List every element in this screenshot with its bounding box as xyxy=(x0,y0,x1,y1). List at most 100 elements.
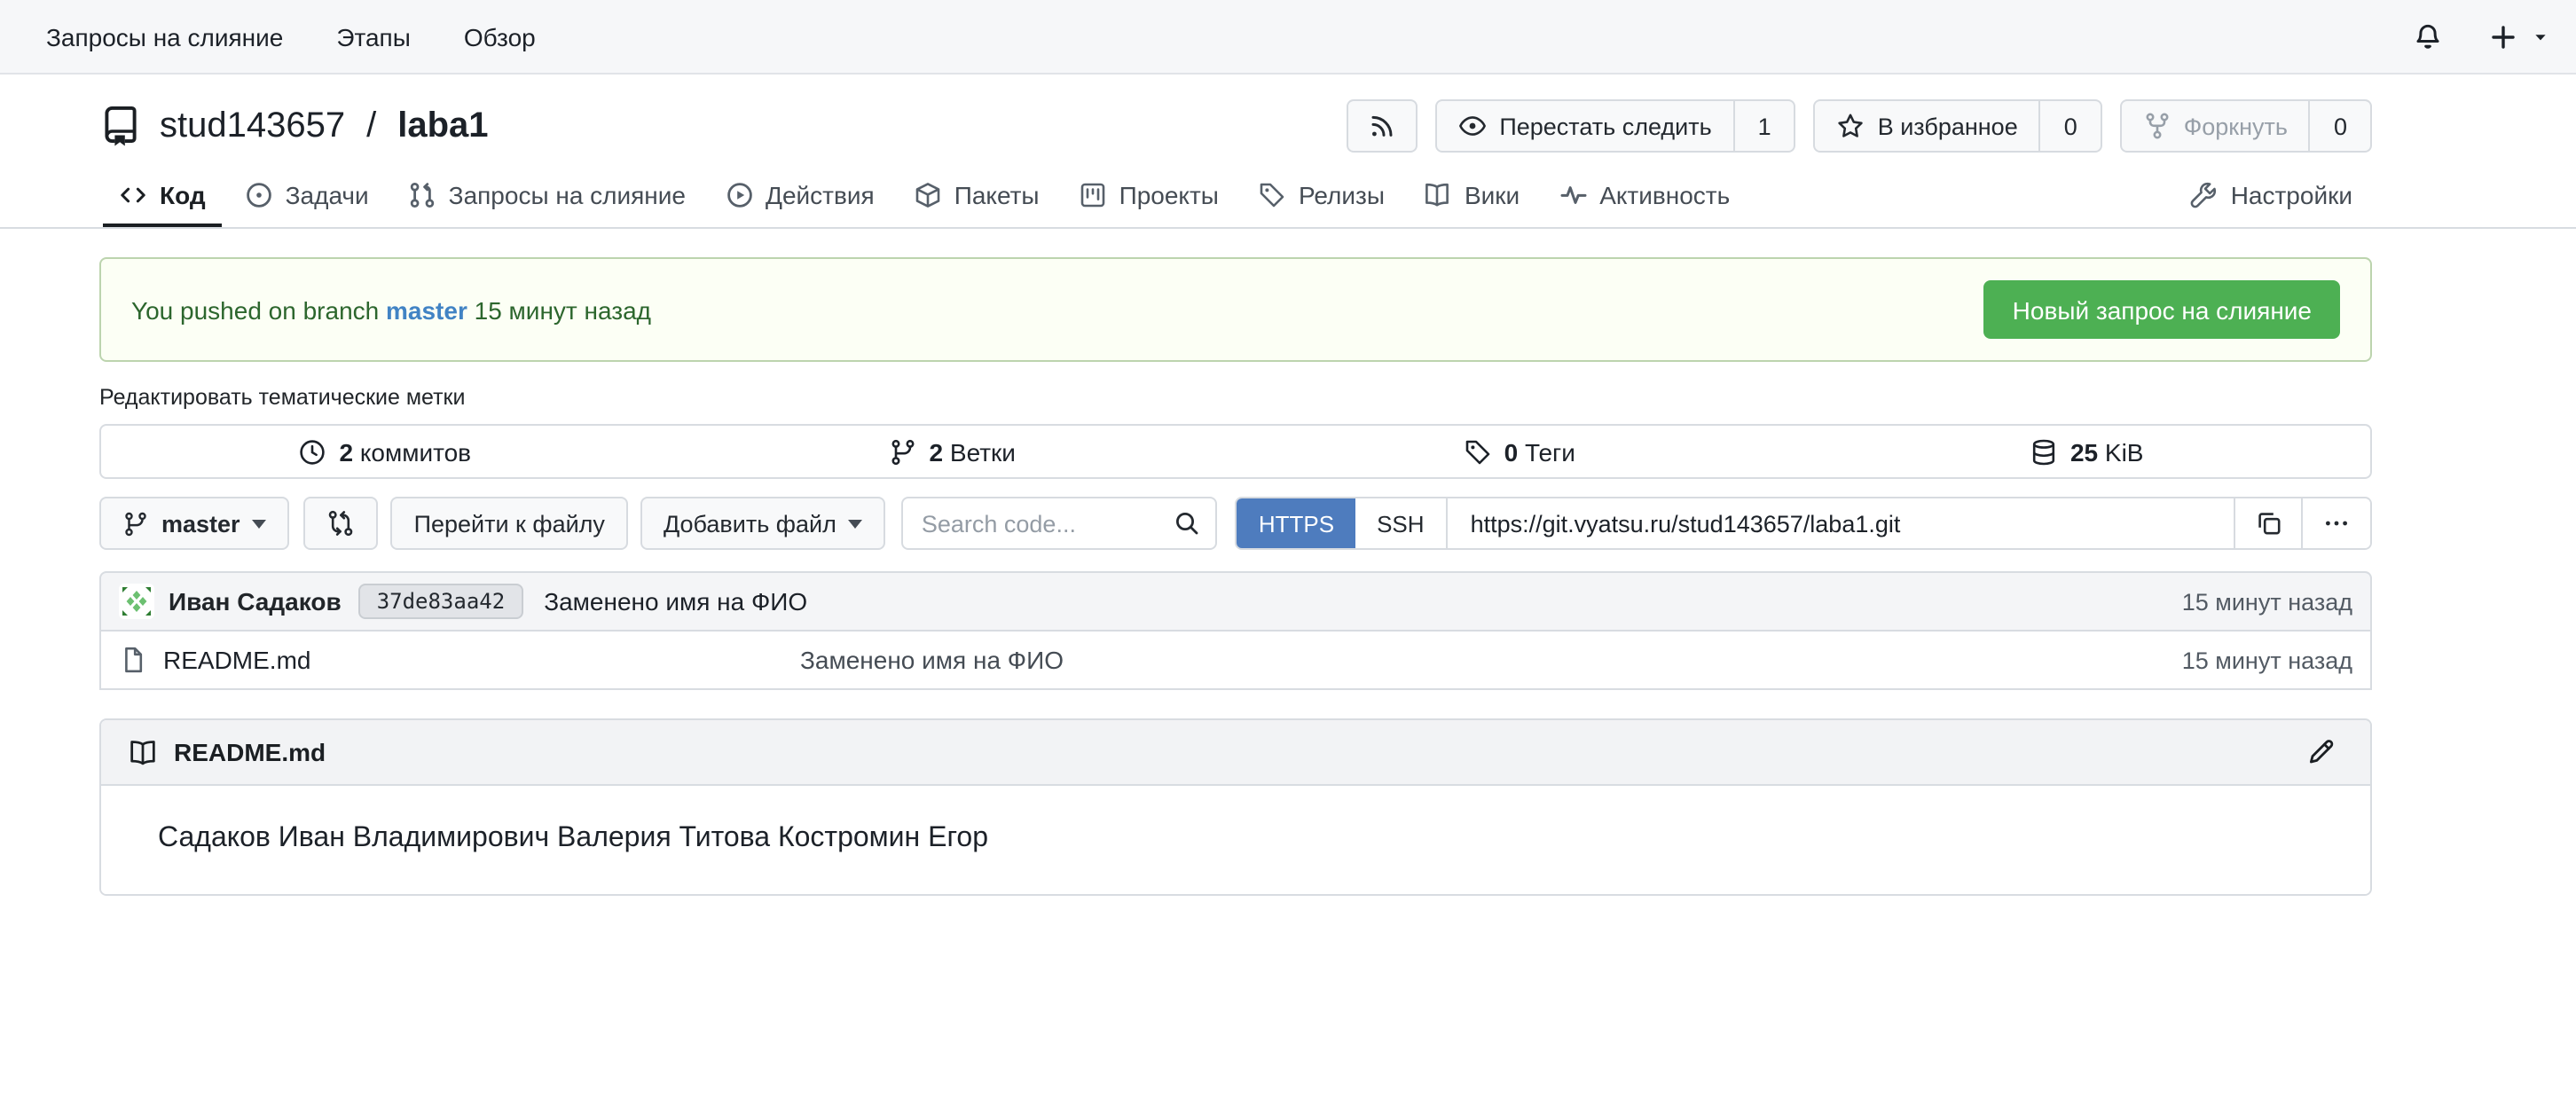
tab-packages[interactable]: Пакеты xyxy=(894,170,1059,229)
repo-action-buttons: Перестать следить 1 В избранное 0 xyxy=(1347,99,2372,153)
branches-stat[interactable]: 2 Ветки xyxy=(669,426,1237,477)
file-age: 15 минут назад xyxy=(2182,647,2352,673)
tab-projects[interactable]: Проекты xyxy=(1059,170,1238,229)
goto-file-button[interactable]: Перейти к файлу xyxy=(391,497,628,550)
ellipsis-icon xyxy=(2322,509,2351,537)
file-icon xyxy=(119,646,147,674)
copy-icon xyxy=(2254,509,2282,537)
eye-icon xyxy=(1458,112,1487,140)
add-file-dropdown[interactable]: Добавить файл xyxy=(640,497,886,550)
tab-issues[interactable]: Задачи xyxy=(225,170,389,229)
plus-icon xyxy=(2489,22,2517,51)
tab-settings[interactable]: Настройки xyxy=(2171,170,2372,229)
star-label: В избранное xyxy=(1878,113,2018,139)
tab-activity[interactable]: Активность xyxy=(1539,170,1749,229)
tab-label: Активность xyxy=(1599,181,1730,209)
nav-item-explore[interactable]: Обзор xyxy=(464,22,536,51)
tab-releases[interactable]: Релизы xyxy=(1238,170,1404,229)
repo-title-slash: / xyxy=(366,106,376,146)
watch-count[interactable]: 1 xyxy=(1733,101,1795,151)
code-search-input[interactable] xyxy=(922,510,1174,537)
actions-play-icon xyxy=(725,181,753,209)
tab-wiki[interactable]: Вики xyxy=(1404,170,1539,229)
fork-button[interactable]: Форкнуть 0 xyxy=(2120,99,2372,153)
navbar-links: Запросы на слияние Этапы Обзор xyxy=(46,22,536,51)
star-count[interactable]: 0 xyxy=(2039,101,2101,151)
commit-author[interactable]: Иван Садаков xyxy=(169,587,342,616)
new-merge-request-button[interactable]: Новый запрос на слияние xyxy=(1984,280,2340,339)
repo-header: stud143657/laba1 П xyxy=(99,99,2372,153)
file-commit-message[interactable]: Заменено имя на ФИО xyxy=(800,646,2182,674)
fork-icon xyxy=(2143,112,2172,140)
tab-label: Настройки xyxy=(2231,181,2352,209)
branch-icon xyxy=(122,510,149,537)
tools-icon xyxy=(2190,181,2219,209)
create-new-dropdown[interactable] xyxy=(2489,22,2549,51)
file-link[interactable]: README.md xyxy=(119,646,800,674)
edit-readme-button[interactable] xyxy=(2306,738,2335,766)
notifications-bell-icon[interactable] xyxy=(2413,21,2443,51)
top-navbar: Запросы на слияние Этапы Обзор xyxy=(0,0,2576,75)
code-toolbar: master Перейти к файлу Добавить файл xyxy=(99,497,2372,550)
readme-text: Садаков Иван Владимирович Валерия Титова… xyxy=(158,823,2313,855)
tab-label: Действия xyxy=(766,181,875,209)
package-icon xyxy=(914,181,942,209)
nav-item-merge-requests[interactable]: Запросы на слияние xyxy=(46,22,283,51)
edit-topics-link[interactable]: Редактировать тематические метки xyxy=(99,385,465,410)
chevron-down-icon xyxy=(849,519,863,528)
tag-icon xyxy=(1464,437,1492,466)
latest-commit-row: Иван Садаков 37de83aa42 Заменено имя на … xyxy=(99,571,2372,632)
https-protocol-button[interactable]: HTTPS xyxy=(1237,498,1355,548)
branch-icon xyxy=(889,437,917,466)
pencil-icon xyxy=(2306,738,2335,766)
tab-code[interactable]: Код xyxy=(99,170,225,229)
more-options-button[interactable] xyxy=(2301,498,2370,548)
fork-count[interactable]: 0 xyxy=(2309,101,2370,151)
repo-name-link[interactable]: laba1 xyxy=(397,106,488,146)
file-row: README.md Заменено имя на ФИО 15 минут н… xyxy=(99,632,2372,690)
unwatch-label: Перестать следить xyxy=(1499,113,1711,139)
book-icon xyxy=(128,737,158,767)
tab-actions[interactable]: Действия xyxy=(705,170,894,229)
code-search-box xyxy=(902,497,1218,550)
tags-stat[interactable]: 0 Теги xyxy=(1236,426,1803,477)
readme-panel: README.md Садаков Иван Владимирович Вале… xyxy=(99,718,2372,896)
rss-feed-button[interactable] xyxy=(1347,99,1418,153)
commit-hash-badge[interactable]: 37de83aa42 xyxy=(359,584,523,619)
readme-title: README.md xyxy=(128,737,326,767)
tabs-divider xyxy=(0,227,2576,229)
push-notice-text: You pushed on branch master 15 минут наз… xyxy=(131,295,651,324)
pull-request-icon xyxy=(408,181,436,209)
repo-owner-link[interactable]: stud143657 xyxy=(160,106,345,146)
push-notice-banner: You pushed on branch master 15 минут наз… xyxy=(99,257,2372,362)
compare-branches-button[interactable] xyxy=(304,497,379,550)
size-stat[interactable]: 25 KiB xyxy=(1803,426,2371,477)
branch-link[interactable]: master xyxy=(386,295,467,324)
nav-item-milestones[interactable]: Этапы xyxy=(336,22,411,51)
readme-header: README.md xyxy=(101,720,2370,786)
book-icon xyxy=(1424,181,1452,209)
clone-url-input[interactable] xyxy=(1448,498,2234,548)
branch-selector[interactable]: master xyxy=(99,497,290,550)
avatar[interactable] xyxy=(119,584,154,619)
repo-title: stud143657 / laba1 xyxy=(99,105,489,147)
search-icon[interactable] xyxy=(1174,509,1202,537)
issue-icon xyxy=(245,181,273,209)
database-icon xyxy=(2030,437,2058,466)
commit-age: 15 минут назад xyxy=(2182,588,2352,615)
rss-icon xyxy=(1368,112,1396,140)
current-branch-label: master xyxy=(161,510,240,537)
star-icon xyxy=(1837,112,1865,140)
copy-url-button[interactable] xyxy=(2234,498,2301,548)
star-button[interactable]: В избранное 0 xyxy=(1814,99,2102,153)
tab-label: Проекты xyxy=(1119,181,1219,209)
git-compare-icon xyxy=(327,509,356,537)
tag-icon xyxy=(1258,181,1286,209)
clone-url-group: HTTPS SSH xyxy=(1236,497,2372,550)
tab-label: Задачи xyxy=(286,181,369,209)
unwatch-button[interactable]: Перестать следить 1 xyxy=(1435,99,1795,153)
ssh-protocol-button[interactable]: SSH xyxy=(1355,498,1447,548)
commit-message[interactable]: Заменено имя на ФИО xyxy=(544,587,807,616)
tab-pull-requests[interactable]: Запросы на слияние xyxy=(389,170,705,229)
commits-stat[interactable]: 2 коммитов xyxy=(101,426,669,477)
